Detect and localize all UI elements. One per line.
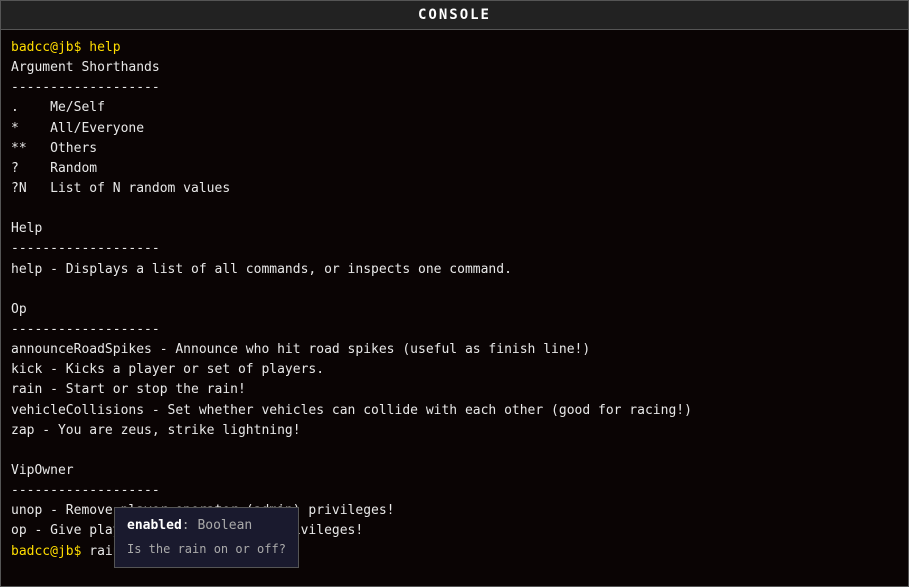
shorthand-all: * All/Everyone (11, 119, 898, 139)
divider-4: ------------------- (11, 481, 898, 501)
argument-shorthands-header: Argument Shorthands (11, 58, 898, 78)
op-cmd-announceroadspikes: announceRoadSpikes - Announce who hit ro… (11, 340, 898, 360)
op-cmd-vehiclecollisions: vehicleCollisions - Set whether vehicles… (11, 401, 898, 421)
op-section-header: Op (11, 300, 898, 320)
shorthand-self: . Me/Self (11, 98, 898, 118)
shorthand-others: ** Others (11, 139, 898, 159)
console-window: CONSOLE badcc@jb$ help Argument Shorthan… (0, 0, 909, 587)
console-body[interactable]: badcc@jb$ help Argument Shorthands -----… (1, 30, 908, 586)
divider-1: ------------------- (11, 78, 898, 98)
prompt-label: badcc@jb$ (11, 544, 89, 559)
help-section-header: Help (11, 219, 898, 239)
autocomplete-popup: enabled: Boolean Is the rain on or off? (114, 507, 299, 568)
help-cmd-desc: help - Displays a list of all commands, … (11, 260, 898, 280)
shorthand-n: ?N List of N random values (11, 179, 898, 199)
divider-3: ------------------- (11, 320, 898, 340)
autocomplete-desc: Is the rain on or off? (127, 540, 286, 559)
op-cmd-zap: zap - You are zeus, strike lightning! (11, 421, 898, 441)
autocomplete-param: enabled: Boolean (127, 516, 286, 536)
shorthand-random: ? Random (11, 159, 898, 179)
console-title: CONSOLE (1, 1, 908, 30)
op-cmd-rain: rain - Start or stop the rain! (11, 380, 898, 400)
param-type: : Boolean (182, 518, 252, 533)
vipowner-section-header: VipOwner (11, 461, 898, 481)
param-name: enabled (127, 518, 182, 533)
help-prompt-line: badcc@jb$ help (11, 38, 898, 58)
op-cmd-kick: kick - Kicks a player or set of players. (11, 360, 898, 380)
divider-2: ------------------- (11, 239, 898, 259)
